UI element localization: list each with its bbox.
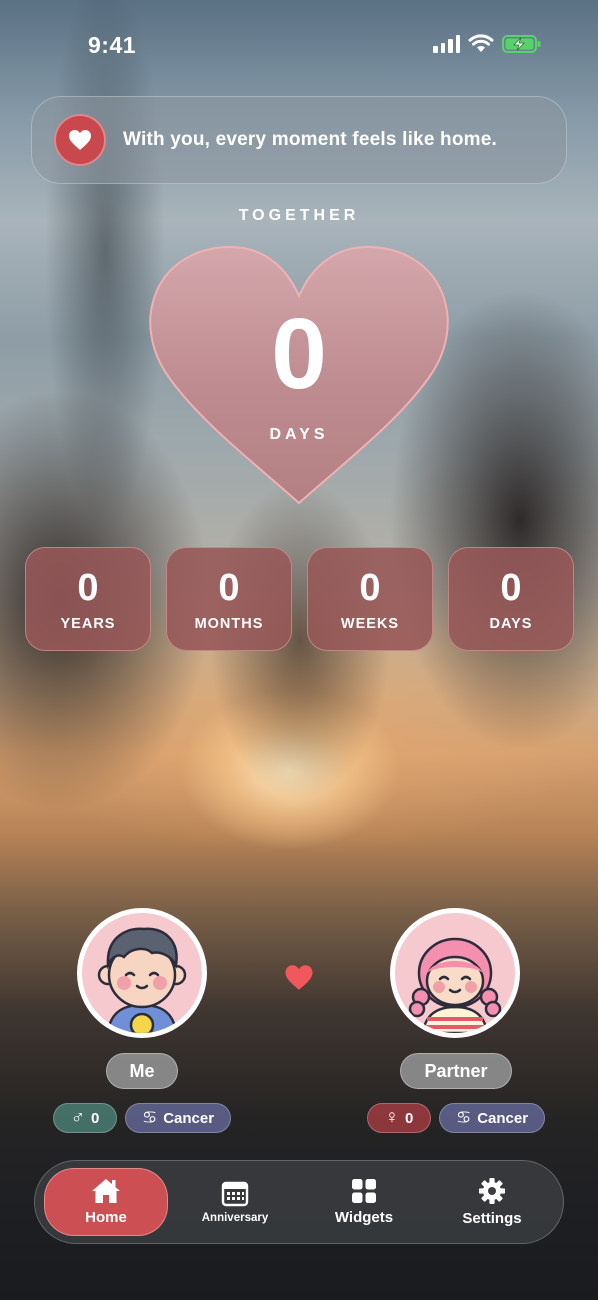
heart-icon [54, 114, 106, 166]
cancer-zodiac-icon: ♋ [141, 1108, 158, 1127]
my-name-pill[interactable]: Me [106, 1053, 178, 1089]
wifi-icon [468, 34, 494, 52]
widgets-icon [352, 1179, 376, 1203]
tab-bar: Home Anniversary Widgets Settings [34, 1160, 564, 1244]
tab-label: Home [85, 1209, 127, 1226]
my-zodiac-chip[interactable]: ♋ Cancer [125, 1103, 231, 1133]
stat-label: WEEKS [340, 616, 400, 632]
stat-months: 0 MONTHS [166, 547, 292, 651]
together-heading: TOGETHER [238, 207, 360, 224]
calendar-icon [221, 1181, 249, 1206]
stat-label: MONTHS [194, 616, 264, 632]
partner-name-pill[interactable]: Partner [400, 1053, 512, 1089]
partner-avatar[interactable] [390, 908, 520, 1038]
stat-value: 0 [77, 567, 99, 609]
tab-settings[interactable]: Settings [433, 1168, 551, 1236]
stat-value: 0 [500, 567, 522, 609]
days-total-number: 0 [271, 298, 327, 410]
cancer-zodiac-icon: ♋ [455, 1108, 472, 1127]
days-total-unit: DAYS [269, 426, 329, 443]
stat-years: 0 YEARS [25, 547, 151, 651]
tab-label: Settings [462, 1210, 522, 1227]
partner-gender-chip[interactable]: ♀ 0 [367, 1103, 431, 1133]
female-icon: ♀ [384, 1107, 399, 1128]
my-avatar[interactable] [77, 908, 207, 1038]
tab-widgets[interactable]: Widgets [305, 1168, 423, 1236]
my-zodiac-label: Cancer [163, 1109, 215, 1127]
tab-anniversary[interactable]: Anniversary [177, 1168, 293, 1236]
status-bar: 9:41 [0, 28, 598, 62]
my-gender-chip[interactable]: ♂ 0 [53, 1103, 117, 1133]
status-icons [433, 34, 542, 54]
center-heart-icon [285, 965, 313, 990]
days-heart[interactable]: 0 DAYS [148, 244, 450, 508]
status-time: 9:41 [88, 32, 137, 58]
tab-label: Widgets [334, 1209, 394, 1226]
partner-gender-count: 0 [404, 1109, 414, 1127]
quote-banner[interactable]: With you, every moment feels like home. [31, 96, 567, 184]
stat-weeks: 0 WEEKS [307, 547, 433, 651]
partner-zodiac-chip[interactable]: ♋ Cancer [439, 1103, 545, 1133]
stat-value: 0 [218, 567, 240, 609]
male-icon: ♂ [70, 1107, 85, 1128]
stat-days: 0 DAYS [448, 547, 574, 651]
time-breakdown: 0 YEARS 0 MONTHS 0 WEEKS 0 DAYS [25, 547, 574, 651]
home-icon [92, 1179, 120, 1203]
battery-charging-icon [502, 35, 541, 53]
partner-zodiac-label: Cancer [477, 1109, 529, 1127]
tab-home[interactable]: Home [44, 1168, 168, 1236]
stat-label: DAYS [489, 616, 533, 632]
quote-text: With you, every moment feels like home. [123, 129, 498, 150]
gear-icon [479, 1178, 505, 1204]
my-gender-count: 0 [90, 1109, 100, 1127]
tab-label: Anniversary [201, 1211, 269, 1224]
stat-label: YEARS [60, 616, 116, 632]
stat-value: 0 [359, 567, 381, 609]
cellular-signal-icon [433, 35, 460, 53]
